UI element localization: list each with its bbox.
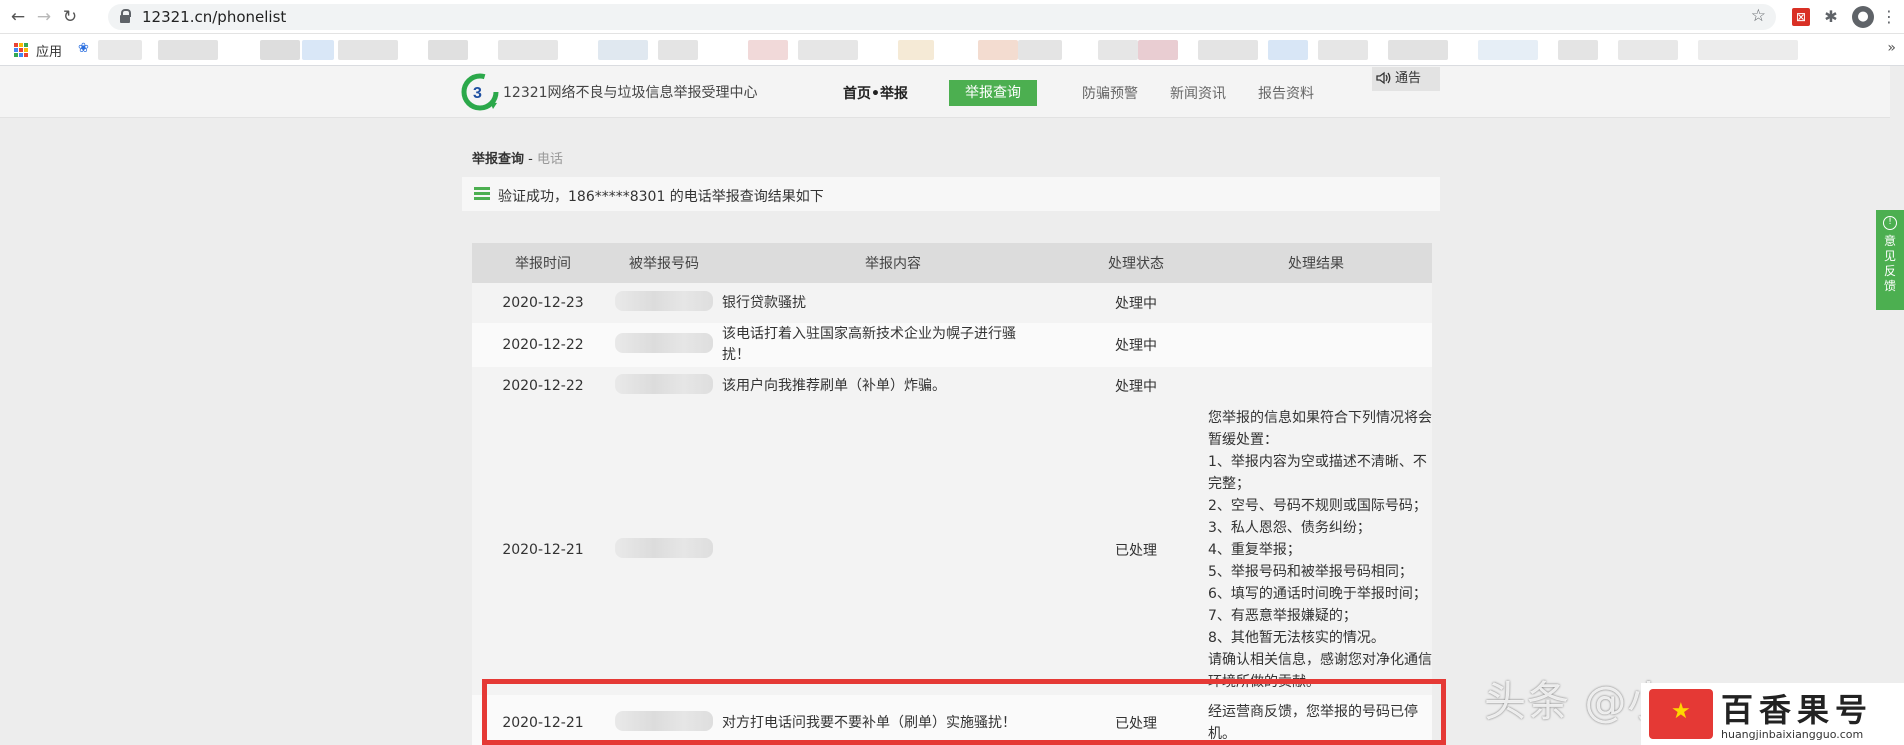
header-reported-number: 被举报号码 xyxy=(614,243,714,283)
row-content: 该用户向我推荐刷单（补单）炸骗。 xyxy=(722,377,946,394)
site-name[interactable]: 12321网络不良与垃圾信息举报受理中心 xyxy=(503,82,758,102)
apps-label[interactable]: 应用 xyxy=(36,41,62,60)
puzzle-icon[interactable]: ✱ xyxy=(1820,6,1842,28)
row-date: 2020-12-22 xyxy=(502,337,584,353)
row-content xyxy=(714,405,1072,695)
result-line: 8、其他暂无法核实的情况。 xyxy=(1208,630,1385,646)
bookmarks-overflow-icon[interactable]: » xyxy=(1887,40,1896,56)
watermark-badge-title: 百香果号 xyxy=(1721,691,1874,729)
result-line: 7、有恶意举报嫌疑的； xyxy=(1208,608,1357,624)
result-line: 4、重复举报； xyxy=(1208,542,1301,558)
blurred-phone-number xyxy=(615,538,713,558)
breadcrumb-separator: - xyxy=(524,152,537,167)
browser-toolbar: ← → ↻ 12321.cn/phonelist ☆ ⊠ ✱ ● ⋮ xyxy=(0,0,1904,34)
result-line: 完整； xyxy=(1208,476,1250,492)
row-content: 银行贷款骚扰 xyxy=(722,294,806,311)
row-result xyxy=(1200,283,1432,323)
bookmarks-bar: 应用 ❀ » xyxy=(0,34,1904,66)
nav-reports[interactable]: 报告资料 xyxy=(1258,83,1314,103)
blurred-phone-number xyxy=(615,291,713,311)
extension-icon[interactable]: ⊠ xyxy=(1792,8,1810,26)
notice-button[interactable]: 通告 xyxy=(1372,67,1440,91)
row-status: 处理中 xyxy=(1115,338,1157,354)
feedback-icon: ! xyxy=(1883,216,1897,230)
header-status: 处理状态 xyxy=(1072,243,1200,283)
blurred-phone-number xyxy=(615,333,713,353)
breadcrumb: 举报查询 - 电话 xyxy=(472,148,563,167)
blurred-phone-number xyxy=(615,374,713,394)
verify-message: 验证成功，186*****8301 的电话举报查询结果如下 xyxy=(498,189,824,205)
result-line: 6、填写的通话时间晚于举报时间； xyxy=(1208,586,1427,602)
lock-icon xyxy=(120,9,131,23)
report-table: 举报时间 被举报号码 举报内容 处理状态 处理结果 2020-12-23 银行贷… xyxy=(472,243,1432,745)
row-date: 2020-12-23 xyxy=(502,295,584,311)
forward-arrow-icon[interactable]: → xyxy=(32,5,56,29)
table-row: 2020-12-22 该电话打着入驻国家高新技术企业为幌子进行骚扰！ 处理中 xyxy=(472,323,1432,367)
svg-text:3: 3 xyxy=(473,85,482,102)
speaker-icon xyxy=(1376,71,1391,85)
apps-grid-icon[interactable] xyxy=(14,43,28,57)
site-logo-icon: 3 xyxy=(461,73,499,111)
nav-fraud-warning[interactable]: 防骗预警 xyxy=(1082,83,1138,103)
notice-label: 通告 xyxy=(1395,71,1422,86)
row-status: 处理中 xyxy=(1115,296,1157,312)
row-date: 2020-12-22 xyxy=(502,378,584,394)
result-line: 暂缓处置： xyxy=(1208,432,1278,448)
header-report-content: 举报内容 xyxy=(714,243,1072,283)
list-menu-icon xyxy=(474,187,490,201)
result-line: 您举报的信息如果符合下列情况将会 xyxy=(1208,410,1432,426)
row-status: 处理中 xyxy=(1115,379,1157,395)
row-date: 2020-12-21 xyxy=(502,542,584,558)
address-bar[interactable]: 12321.cn/phonelist ☆ xyxy=(108,4,1776,30)
breadcrumb-main[interactable]: 举报查询 xyxy=(472,152,524,167)
table-row: 2020-12-23 银行贷款骚扰 处理中 xyxy=(472,283,1432,323)
blurred-bookmarks xyxy=(98,40,1798,60)
result-line: 2、空号、号码不规则或国际号码； xyxy=(1208,498,1427,514)
nav-home-report[interactable]: 首页•举报 xyxy=(843,83,908,103)
watermark-badge-url: huangjinbaixiangguo.com xyxy=(1721,728,1864,741)
back-arrow-icon[interactable]: ← xyxy=(6,5,30,29)
result-line: 5、举报号码和被举报号码相同； xyxy=(1208,564,1413,580)
row-result xyxy=(1200,323,1432,367)
row-status: 已处理 xyxy=(1115,543,1157,559)
reload-icon[interactable]: ↻ xyxy=(58,5,82,29)
nav-report-query[interactable]: 举报查询 xyxy=(949,80,1037,106)
profile-avatar-icon[interactable]: ● xyxy=(1852,6,1874,28)
row-content: 该电话打着入驻国家高新技术企业为幌子进行骚扰！ xyxy=(722,326,1016,363)
url-text[interactable]: 12321.cn/phonelist xyxy=(142,8,286,26)
feedback-tab[interactable]: ! 意见反馈 xyxy=(1876,210,1904,310)
more-menu-icon[interactable]: ⋮ xyxy=(1878,6,1900,28)
row-result xyxy=(1200,367,1432,405)
highlight-annotation-box xyxy=(482,679,1446,745)
verify-message-bar: 验证成功，186*****8301 的电话举报查询结果如下 xyxy=(462,177,1440,211)
breadcrumb-sub: 电话 xyxy=(536,152,563,167)
table-header-row: 举报时间 被举报号码 举报内容 处理状态 处理结果 xyxy=(472,243,1432,283)
site-header: 3 12321网络不良与垃圾信息举报受理中心 首页•举报 举报查询 防骗预警 新… xyxy=(0,66,1890,118)
flag-logo-icon xyxy=(1649,689,1713,739)
header-report-time: 举报时间 xyxy=(472,243,614,283)
result-line: 请确认相关信息，感谢您对净化通信 xyxy=(1208,652,1432,668)
nav-news[interactable]: 新闻资讯 xyxy=(1170,83,1226,103)
result-line: 3、私人恩怨、债务纠纷； xyxy=(1208,520,1371,536)
result-text: 您举报的信息如果符合下列情况将会 暂缓处置： 1、举报内容为空或描述不清晰、不 … xyxy=(1208,407,1432,693)
bookmark-star-icon[interactable]: ☆ xyxy=(1751,6,1766,26)
feedback-label: 意见反馈 xyxy=(1883,234,1896,293)
row-result: 您举报的信息如果符合下列情况将会 暂缓处置： 1、举报内容为空或描述不清晰、不 … xyxy=(1200,405,1432,695)
table-row: 2020-12-21 已处理 您举报的信息如果符合下列情况将会 暂缓处置： 1、… xyxy=(472,405,1432,695)
result-line: 1、举报内容为空或描述不清晰、不 xyxy=(1208,454,1427,470)
header-result: 处理结果 xyxy=(1200,243,1432,283)
table-row: 2020-12-22 该用户向我推荐刷单（补单）炸骗。 处理中 xyxy=(472,367,1432,405)
watermark-badge: 百香果号 huangjinbaixiangguo.com xyxy=(1641,683,1904,745)
baidu-paw-icon[interactable]: ❀ xyxy=(78,41,89,56)
